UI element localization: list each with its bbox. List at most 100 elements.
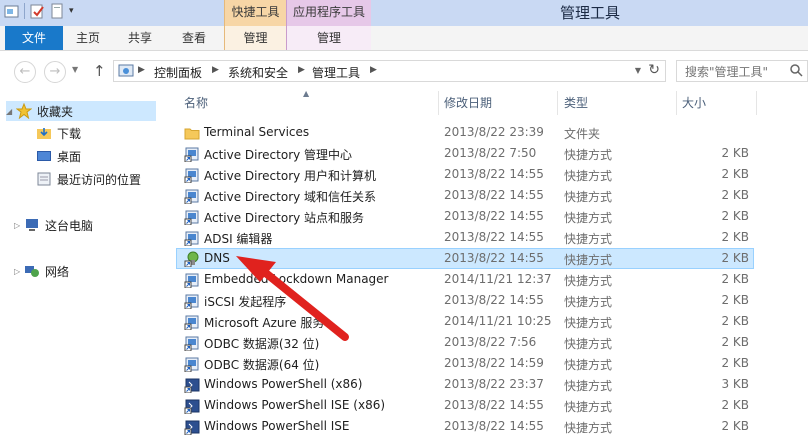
- desktop-icon: [36, 148, 52, 164]
- file-date: 2013/8/22 14:55: [444, 419, 544, 433]
- column-header-name[interactable]: 名称: [184, 91, 208, 115]
- tab-app-tools-manage[interactable]: 管理: [286, 26, 371, 50]
- column-divider[interactable]: [557, 91, 558, 115]
- tab-view[interactable]: 查看: [176, 26, 212, 50]
- file-type: 快捷方式: [564, 253, 613, 267]
- nav-desktop[interactable]: 桌面: [36, 146, 81, 166]
- refresh-icon[interactable]: ↻: [648, 62, 660, 78]
- nav-favorites[interactable]: ◢ 收藏夹: [6, 101, 156, 121]
- file-row[interactable]: iSCSI 发起程序 2013/8/22 14:55 快捷方式 2 KB: [176, 290, 754, 311]
- file-row[interactable]: Windows PowerShell ISE (x86) 2013/8/22 14…: [176, 395, 754, 416]
- column-header-type[interactable]: 类型: [564, 91, 588, 115]
- column-header-date[interactable]: 修改日期: [444, 91, 492, 115]
- file-name: Active Directory 站点和服务: [204, 211, 365, 225]
- navigation-bar: ← → ▼ ↑ ▶ 控制面板 ▶ 系统和安全 ▶ 管理工具 ▶ ▼ ↻: [0, 51, 808, 91]
- file-date: 2014/11/21 12:37: [444, 272, 552, 286]
- nav-network[interactable]: ▷ 网络: [14, 261, 69, 281]
- contextual-tab-quick-tools: 快捷工具: [224, 0, 286, 26]
- file-row[interactable]: Active Directory 域和信任关系 2013/8/22 14:55 快捷…: [176, 185, 754, 206]
- breadcrumb-control-panel[interactable]: 控制面板: [154, 64, 202, 81]
- column-divider[interactable]: [438, 91, 439, 115]
- powershell-icon: [184, 377, 200, 394]
- expand-chevron-icon[interactable]: ▷: [14, 221, 24, 230]
- tab-quick-tools-manage[interactable]: 管理: [224, 26, 286, 50]
- file-date: 2013/8/22 14:55: [444, 251, 544, 265]
- system-menu-icon[interactable]: [4, 3, 20, 19]
- ribbon-tabs: 文件 主页 共享 查看 管理 管理: [0, 26, 808, 51]
- file-row[interactable]: Windows PowerShell (x86) 2013/8/22 23:37 快…: [176, 374, 754, 395]
- shortcut-icon: [184, 314, 200, 331]
- file-date: 2013/8/22 14:55: [444, 167, 544, 181]
- file-date: 2013/8/22 23:37: [444, 377, 544, 391]
- tab-file[interactable]: 文件: [5, 26, 63, 50]
- expand-chevron-icon[interactable]: ▷: [14, 267, 24, 276]
- breadcrumb-separator-icon[interactable]: ▶: [370, 65, 377, 75]
- search-icon[interactable]: [789, 63, 803, 77]
- tab-share[interactable]: 共享: [122, 26, 158, 50]
- shortcut-icon: [184, 335, 200, 352]
- file-date: 2013/8/22 7:50: [444, 146, 537, 160]
- file-size: 2 KB: [721, 314, 749, 328]
- file-date: 2013/8/22 14:55: [444, 398, 544, 412]
- sort-ascending-icon: ▲: [303, 89, 310, 98]
- breadcrumb-system-security[interactable]: 系统和安全: [228, 64, 288, 81]
- file-row[interactable]: ODBC 数据源(64 位) 2013/8/22 14:59 快捷方式 2 KB: [176, 353, 754, 374]
- file-date: 2013/8/22 7:56: [444, 335, 537, 349]
- title-bar: ▾ 快捷工具 应用程序工具 管理工具: [0, 0, 808, 26]
- navigation-pane: ◢ 收藏夹 下载 桌面 最近访问的位置 ▷ 这台电脑 ▷ 网络: [0, 91, 165, 439]
- file-date: 2013/8/22 14:55: [444, 230, 544, 244]
- file-size: 2 KB: [721, 209, 749, 223]
- breadcrumb-separator-icon[interactable]: ▶: [212, 65, 219, 75]
- address-dropdown[interactable]: ▼: [635, 66, 641, 75]
- file-row[interactable]: Windows PowerShell ISE 2013/8/22 14:55 快捷方…: [176, 416, 754, 437]
- column-header-size[interactable]: 大小: [682, 91, 706, 115]
- file-name: ADSI 编辑器: [204, 232, 273, 246]
- file-name: iSCSI 发起程序: [204, 295, 287, 309]
- address-bar[interactable]: ▶ 控制面板 ▶ 系统和安全 ▶ 管理工具 ▶ ▼ ↻: [113, 60, 666, 82]
- column-divider[interactable]: [676, 91, 677, 115]
- file-size: 2 KB: [721, 188, 749, 202]
- nav-downloads[interactable]: 下载: [36, 123, 81, 143]
- file-date: 2013/8/22 23:39: [444, 125, 544, 139]
- file-type: 快捷方式: [564, 421, 613, 435]
- file-row[interactable]: ODBC 数据源(32 位) 2013/8/22 7:56 快捷方式 2 KB: [176, 332, 754, 353]
- tab-home[interactable]: 主页: [70, 26, 106, 50]
- search-box[interactable]: [676, 60, 808, 82]
- file-row[interactable]: ADSI 编辑器 2013/8/22 14:55 快捷方式 2 KB: [176, 227, 754, 248]
- file-row[interactable]: Active Directory 站点和服务 2013/8/22 14:55 快捷方…: [176, 206, 754, 227]
- file-type: 快捷方式: [564, 337, 613, 351]
- column-divider[interactable]: [756, 91, 757, 115]
- file-size: 2 KB: [721, 335, 749, 349]
- new-folder-icon[interactable]: [49, 3, 65, 19]
- shortcut-icon: [184, 167, 200, 184]
- nav-favorites-label: 收藏夹: [37, 104, 74, 119]
- forward-button[interactable]: →: [44, 61, 66, 83]
- file-row[interactable]: DNS 2013/8/22 14:55 快捷方式 2 KB: [176, 248, 754, 269]
- downloads-folder-icon: [36, 125, 52, 141]
- file-list: ▲ 名称 修改日期 类型 大小 Terminal Services 2013/8/…: [176, 89, 808, 439]
- file-name: ODBC 数据源(64 位): [204, 358, 320, 372]
- breadcrumb-separator-icon[interactable]: ▶: [138, 65, 145, 75]
- up-button[interactable]: ↑: [93, 62, 106, 80]
- recent-locations-dropdown[interactable]: ▼: [72, 65, 78, 74]
- shortcut-icon: [184, 188, 200, 205]
- shortcut-icon: [184, 146, 200, 163]
- breadcrumb-separator-icon[interactable]: ▶: [298, 65, 305, 75]
- customize-toolbar-icon[interactable]: ▾: [69, 3, 79, 19]
- file-row[interactable]: Embedded Lockdown Manager 2014/11/21 12:3…: [176, 269, 754, 290]
- search-input[interactable]: [683, 62, 793, 82]
- nav-this-pc[interactable]: ▷ 这台电脑: [14, 215, 93, 235]
- file-row[interactable]: Active Directory 用户和计算机 2013/8/22 14:55 快捷…: [176, 164, 754, 185]
- breadcrumb-admin-tools[interactable]: 管理工具: [312, 64, 360, 81]
- file-type: 快捷方式: [564, 190, 613, 204]
- quick-access-toolbar: ▾: [4, 3, 79, 19]
- file-row[interactable]: Terminal Services 2013/8/22 23:39 文件夹: [176, 122, 754, 143]
- nav-recent[interactable]: 最近访问的位置: [36, 169, 141, 189]
- file-row[interactable]: Active Directory 管理中心 2013/8/22 7:50 快捷方式 2…: [176, 143, 754, 164]
- back-button[interactable]: ←: [14, 61, 36, 83]
- collapse-chevron-icon[interactable]: ◢: [6, 107, 16, 116]
- file-date: 2013/8/22 14:55: [444, 209, 544, 223]
- properties-icon[interactable]: [29, 3, 45, 19]
- shortcut-icon: [184, 230, 200, 247]
- file-row[interactable]: Microsoft Azure 服务 2014/11/21 10:25 快捷方式 2 …: [176, 311, 754, 332]
